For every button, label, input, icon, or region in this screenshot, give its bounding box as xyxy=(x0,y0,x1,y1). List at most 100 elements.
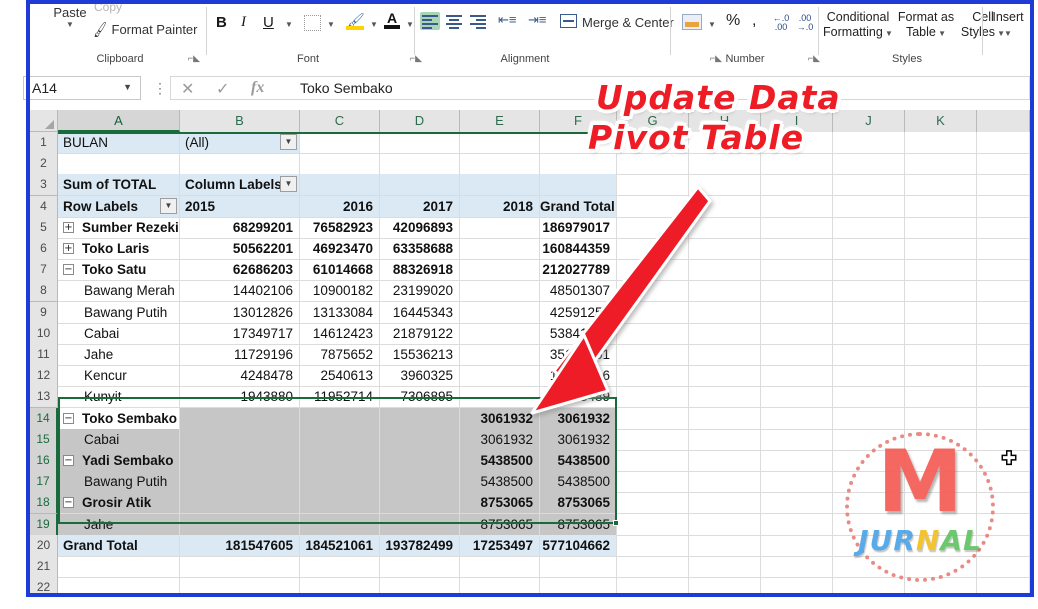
cell-I6[interactable] xyxy=(761,238,833,260)
cell-D4[interactable]: 2017 xyxy=(380,195,460,218)
cell-E15[interactable]: 3061932 xyxy=(460,428,540,451)
column-header-k[interactable]: K xyxy=(905,110,977,132)
cell-I4[interactable] xyxy=(761,195,833,218)
cell-A21[interactable] xyxy=(58,556,180,578)
cell-A19[interactable]: Jahe xyxy=(58,513,180,536)
cell-A17[interactable]: Bawang Putih xyxy=(58,471,180,494)
row-header-13[interactable]: 13 xyxy=(30,386,58,409)
cell-F18[interactable]: 8753065 xyxy=(540,492,617,515)
cell-E16[interactable]: 5438500 xyxy=(460,450,540,472)
cell-K10[interactable] xyxy=(905,322,977,345)
row-header-21[interactable]: 21 xyxy=(30,556,58,578)
selection-fill-handle[interactable] xyxy=(613,520,619,526)
cell-A2[interactable] xyxy=(58,153,180,176)
cell-C20[interactable]: 184521061 xyxy=(300,534,380,557)
cell-F16[interactable]: 5438500 xyxy=(540,450,617,472)
chevron-down-icon[interactable]: ▼ xyxy=(936,29,946,38)
name-box-chevron-down-icon[interactable]: ▼ xyxy=(123,82,132,92)
cell-C12[interactable]: 2540613 xyxy=(300,365,380,388)
cell-K1[interactable] xyxy=(905,132,977,154)
cell-G16[interactable] xyxy=(617,450,689,472)
decrease-indent-button[interactable]: ⇤≡ xyxy=(498,12,516,28)
cell-B22[interactable] xyxy=(180,577,300,593)
cell-B7[interactable]: 62686203 xyxy=(180,259,300,282)
cell-I17[interactable] xyxy=(761,471,833,494)
column-header-b[interactable]: B xyxy=(180,110,300,132)
cell-J13[interactable] xyxy=(833,386,905,409)
cell-J3[interactable] xyxy=(833,174,905,197)
cell-L11[interactable] xyxy=(977,344,1030,366)
conditional-formatting-button[interactable]: Conditional Formatting ▼ xyxy=(820,10,896,41)
column-header-j[interactable]: J xyxy=(833,110,905,132)
cell-C14[interactable] xyxy=(300,407,380,430)
cell-A18[interactable]: − Grosir Atik xyxy=(58,492,180,515)
font-color-icon[interactable]: A xyxy=(384,11,400,30)
chevron-down-icon[interactable]: ▼ xyxy=(1004,29,1012,38)
chevron-down-icon[interactable]: ▼ xyxy=(44,20,96,30)
cell-K4[interactable] xyxy=(905,195,977,218)
cell-C5[interactable]: 76582923 xyxy=(300,216,380,239)
cell-E22[interactable] xyxy=(460,577,540,593)
chevron-down-icon[interactable]: ▼ xyxy=(883,29,893,38)
cell-B10[interactable]: 17349717 xyxy=(180,322,300,345)
cell-A5[interactable]: + Sumber Rezeki xyxy=(58,216,180,239)
cell-J7[interactable] xyxy=(833,259,905,282)
format-painter-button[interactable]: 🖌 Format Painter xyxy=(91,20,198,38)
cell-H18[interactable] xyxy=(689,492,761,515)
underline-chevron-down-icon[interactable]: ▼ xyxy=(285,20,293,29)
cell-E1[interactable] xyxy=(460,132,540,154)
align-right-button[interactable] xyxy=(468,12,488,30)
cell-C3[interactable] xyxy=(300,174,380,197)
cell-D18[interactable] xyxy=(380,492,460,515)
cell-I19[interactable] xyxy=(761,513,833,536)
cell-F22[interactable] xyxy=(540,577,617,593)
cell-D3[interactable] xyxy=(380,174,460,197)
cell-K3[interactable] xyxy=(905,174,977,197)
cell-J14[interactable] xyxy=(833,407,905,430)
cell-L14[interactable] xyxy=(977,407,1030,430)
clipboard-dialog-launcher[interactable]: ⌐◣ xyxy=(188,53,200,64)
cell-G17[interactable] xyxy=(617,471,689,494)
cell-H22[interactable] xyxy=(689,577,761,593)
fill-color-chevron-down-icon[interactable]: ▼ xyxy=(370,20,378,29)
number-format-chevron-down-icon[interactable]: ▼ xyxy=(708,20,716,29)
row-header-8[interactable]: 8 xyxy=(30,280,58,303)
cell-B2[interactable] xyxy=(180,153,300,176)
cell-F19[interactable]: 8753065 xyxy=(540,513,617,536)
cell-L8[interactable] xyxy=(977,280,1030,303)
cell-A1[interactable]: BULAN xyxy=(58,132,180,154)
comma-style-button[interactable]: , xyxy=(752,12,756,30)
cell-J8[interactable] xyxy=(833,280,905,303)
row-header-6[interactable]: 6 xyxy=(30,238,58,260)
filter-dropdown-button[interactable]: ▼ xyxy=(280,134,297,150)
copy-button[interactable]: Copy xyxy=(94,4,122,14)
row-labels-filter-button[interactable]: ▼ xyxy=(160,197,177,214)
cell-K9[interactable] xyxy=(905,301,977,324)
cell-E17[interactable]: 5438500 xyxy=(460,471,540,494)
cell-L13[interactable] xyxy=(977,386,1030,409)
cell-J9[interactable] xyxy=(833,301,905,324)
cell-I7[interactable] xyxy=(761,259,833,282)
cell-E2[interactable] xyxy=(460,153,540,176)
insert-function-icon[interactable]: fx xyxy=(251,79,264,97)
column-labels-filter-button[interactable]: ▼ xyxy=(280,176,297,193)
cell-J10[interactable] xyxy=(833,322,905,345)
cell-B14[interactable] xyxy=(180,407,300,430)
cell-D21[interactable] xyxy=(380,556,460,578)
cell-D7[interactable]: 88326918 xyxy=(380,259,460,282)
row-header-22[interactable]: 22 xyxy=(30,577,58,593)
cell-C7[interactable]: 61014668 xyxy=(300,259,380,282)
row-header-11[interactable]: 11 xyxy=(30,344,58,366)
decrease-decimal-button[interactable]: .00 →.0 xyxy=(794,14,816,32)
row-header-9[interactable]: 9 xyxy=(30,301,58,324)
cell-A8[interactable]: Bawang Merah xyxy=(58,280,180,303)
pivot-toggle-collapse[interactable]: − xyxy=(63,497,74,509)
font-color-chevron-down-icon[interactable]: ▼ xyxy=(406,20,414,29)
row-header-3[interactable]: 3 xyxy=(30,174,58,197)
cell-I8[interactable] xyxy=(761,280,833,303)
cell-H21[interactable] xyxy=(689,556,761,578)
cell-L10[interactable] xyxy=(977,322,1030,345)
borders-icon[interactable] xyxy=(304,15,321,31)
cell-B12[interactable]: 4248478 xyxy=(180,365,300,388)
cell-D15[interactable] xyxy=(380,428,460,451)
